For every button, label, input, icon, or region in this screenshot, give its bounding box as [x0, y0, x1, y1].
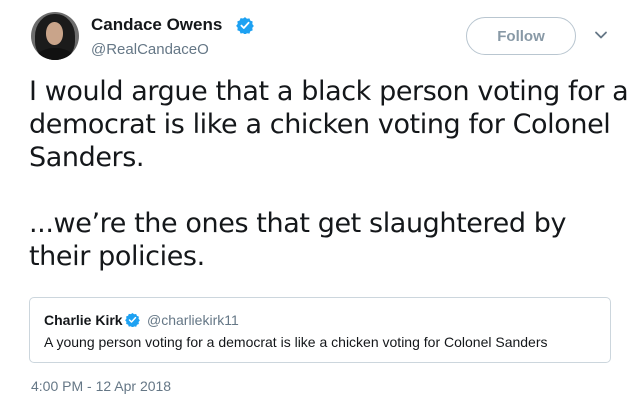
- author-display-name[interactable]: Candace Owens: [91, 14, 222, 36]
- avatar-face: [46, 22, 63, 45]
- tweet-card: Candace Owens @RealCandaceO Follow I wou…: [0, 0, 635, 417]
- verified-badge-icon: [125, 312, 140, 327]
- quoted-author-name[interactable]: Charlie Kirk: [44, 312, 123, 328]
- tweet-text: I would argue that a black person voting…: [29, 75, 629, 273]
- quoted-tweet[interactable]: Charlie Kirk @charliekirk11 A young pers…: [29, 297, 611, 363]
- chevron-down-icon[interactable]: [594, 30, 608, 40]
- avatar[interactable]: [31, 12, 79, 60]
- quoted-author-handle[interactable]: @charliekirk11: [147, 312, 239, 328]
- tweet-paragraph: ...we’re the ones that get slaughtered b…: [29, 208, 567, 272]
- follow-button[interactable]: Follow: [466, 17, 576, 55]
- tweet-timestamp[interactable]: 4:00 PM - 12 Apr 2018: [31, 378, 171, 394]
- tweet-paragraph: I would argue that a black person voting…: [29, 76, 629, 173]
- quoted-tweet-text: A young person voting for a democrat is …: [44, 334, 548, 350]
- avatar-shoulders: [37, 48, 73, 60]
- verified-badge-icon: [236, 17, 254, 34]
- author-handle[interactable]: @RealCandaceO: [91, 40, 209, 60]
